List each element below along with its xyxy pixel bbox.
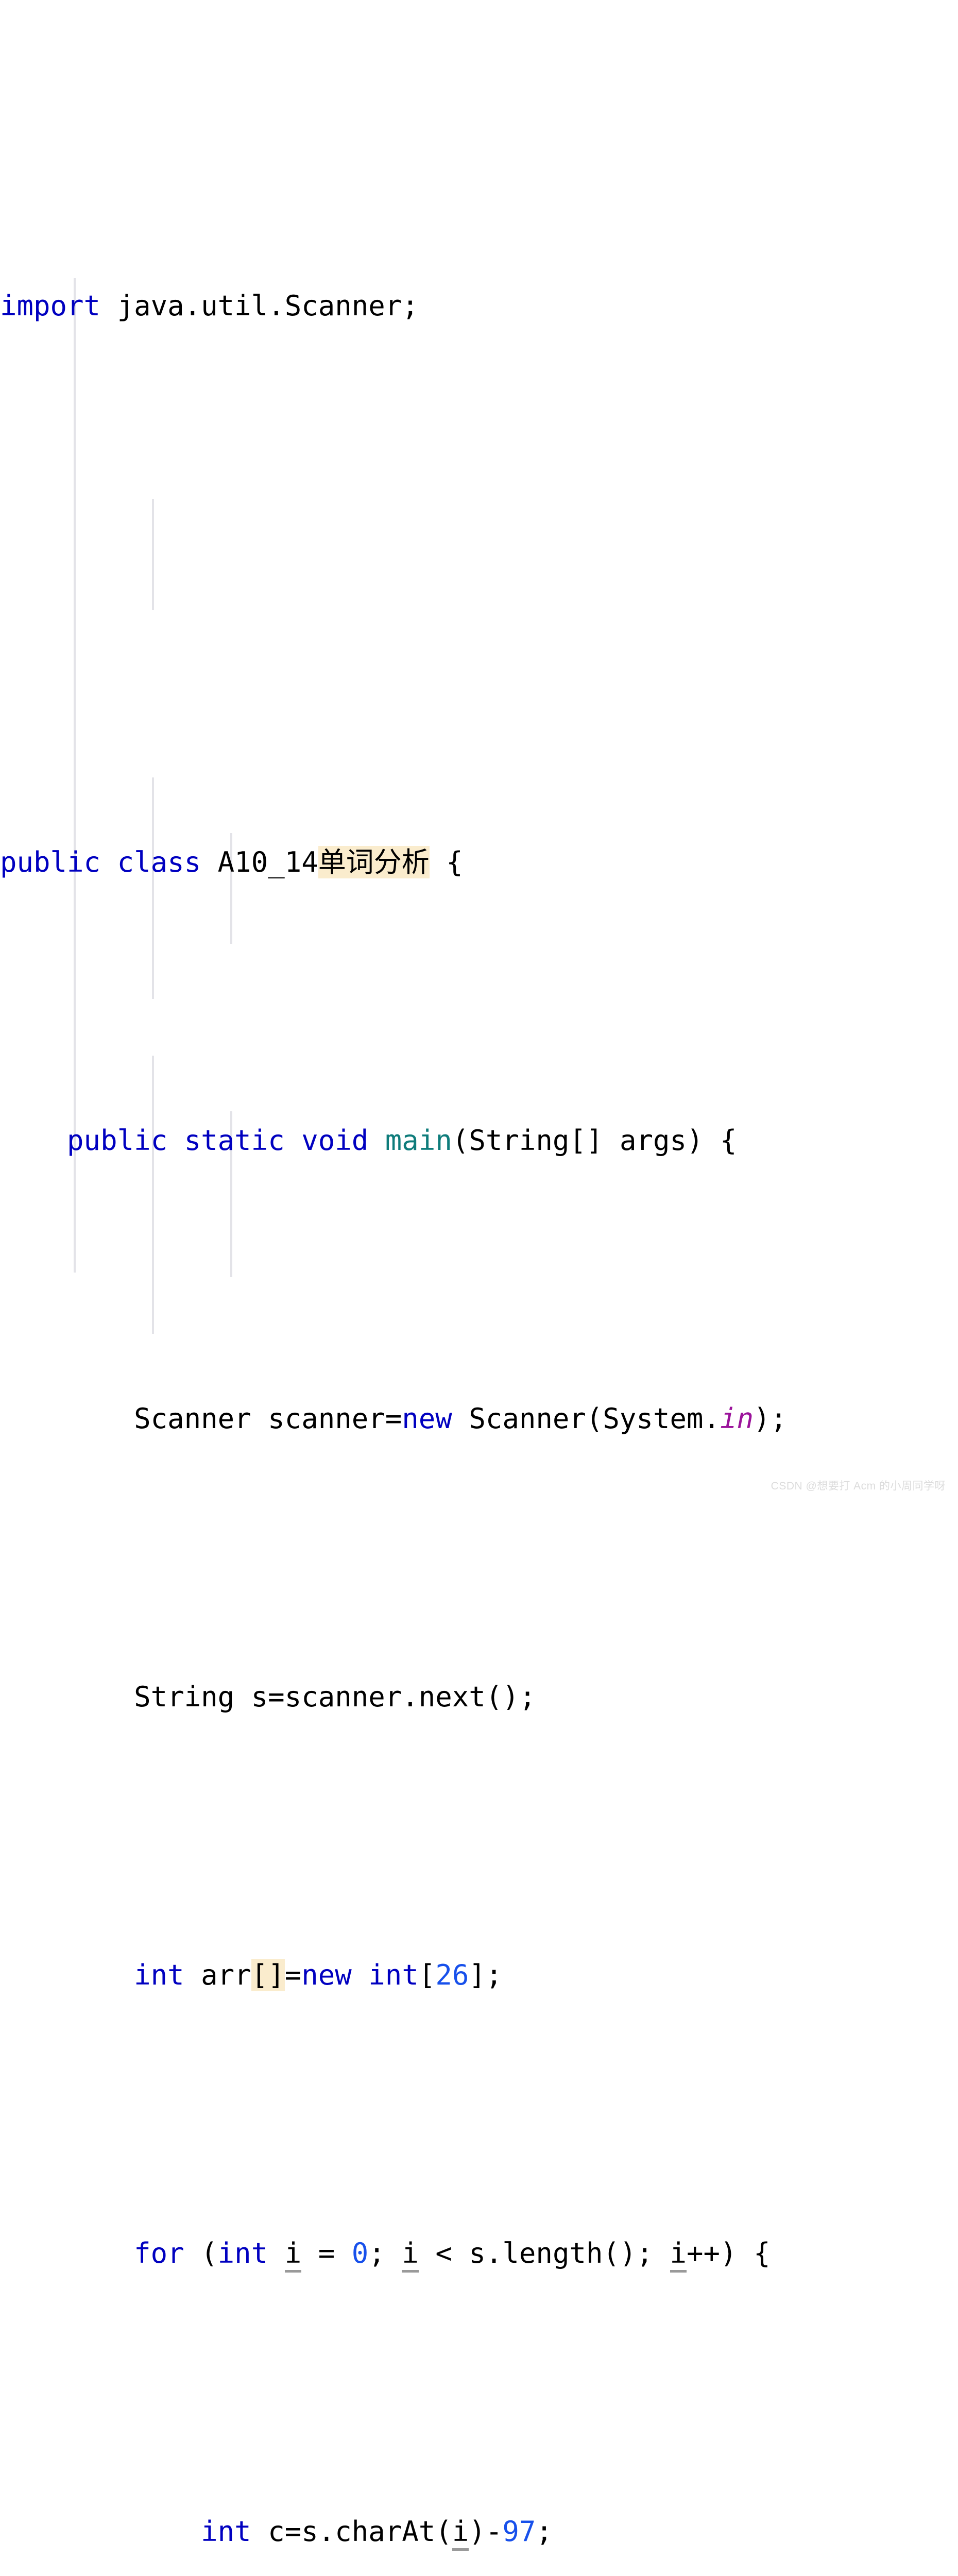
main-signature: (String[] args) { [452,1124,737,1157]
loop-increment: ++) { [687,2237,771,2269]
code-line-1: import java.util.Scanner; [0,278,958,334]
loop-condition: < s.length(); [418,2237,670,2269]
keyword-int: int [134,1959,184,1991]
number-97: 97 [502,2515,536,2548]
keyword-public: public [0,846,101,878]
open-paren: ( [184,2237,218,2269]
code-line-5: Scanner scanner=new Scanner(System.in); [0,1391,958,1447]
open-brace: { [429,846,463,878]
assign-op: = [284,1959,302,1991]
code-line-8: for (int i = 0; i < s.length(); i++) { [0,2226,958,2281]
keyword-void: void [301,1124,369,1157]
scanner-declaration: Scanner scanner= [134,1402,402,1435]
string-declaration: String s=scanner.next(); [134,1681,536,1713]
field-system-in: in [720,1402,754,1435]
minus-op: )- [469,2515,503,2548]
array-var-name: arr [184,1959,251,1991]
code-line-6: String s=scanner.next(); [0,1669,958,1725]
line-end: ]; [469,1959,503,1991]
code-line-3: public class A10_14单词分析 { [0,835,958,890]
class-name-cjk-highlighted: 单词分析 [318,846,430,878]
local-var-i: i [402,2237,419,2273]
source-code[interactable]: import java.util.Scanner; public class A… [0,56,958,2576]
code-line-2-blank [0,556,958,612]
method-name-main: main [385,1124,452,1157]
assign-op: = [301,2237,352,2269]
line-end: ; [536,2515,553,2548]
separator: ; [368,2237,402,2269]
code-line-7: int arr[]=new int[26]; [0,1947,958,2003]
import-path: java.util.Scanner; [100,290,419,322]
keyword-new: new [301,1959,352,1991]
number-0: 0 [351,2237,369,2269]
open-bracket: [ [418,1959,436,1991]
keyword-new: new [402,1402,452,1435]
csdn-watermark: CSDN @想要打 Acm 的小周同学呀 [771,1480,946,1492]
local-var-i: i [670,2237,687,2273]
keyword-int: int [217,2237,268,2269]
code-editor-surface: import java.util.Scanner; public class A… [0,0,958,2551]
keyword-int: int [201,2515,251,2548]
keyword-class: class [117,846,201,878]
code-line-4: public static void main(String[] args) { [0,1113,958,1168]
keyword-public: public [67,1124,168,1157]
class-name-ascii: A10_14 [217,846,318,878]
number-26: 26 [435,1959,469,1991]
array-brackets-highlighted: [] [251,1959,285,1991]
keyword-static: static [184,1124,285,1157]
charat-expression: c=s.charAt( [251,2515,452,2548]
keyword-import: import [0,290,101,322]
scanner-constructor: Scanner(System. [452,1402,720,1435]
line-end: ); [754,1402,788,1435]
keyword-for: for [134,2237,184,2269]
local-var-i: i [452,2515,469,2551]
code-line-9: int c=s.charAt(i)-97; [0,2504,958,2560]
local-var-i: i [284,2237,302,2273]
keyword-int: int [368,1959,419,1991]
